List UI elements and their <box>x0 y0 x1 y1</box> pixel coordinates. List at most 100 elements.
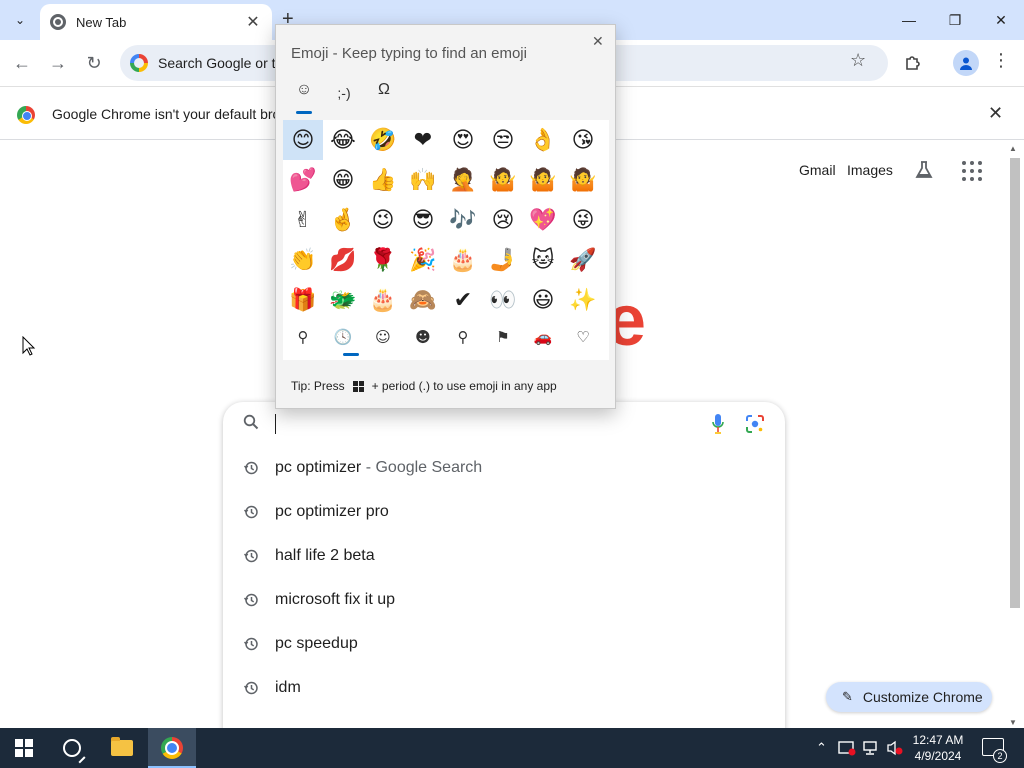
emoji-item[interactable]: 😍 <box>443 120 483 160</box>
restore-button[interactable]: ❐ <box>932 0 978 40</box>
emoji-item[interactable]: 😜 <box>563 200 603 240</box>
minimize-button[interactable]: — <box>886 0 932 40</box>
suggestion-item[interactable]: pc speedup <box>223 622 785 666</box>
emoji-item[interactable]: 🤷 <box>523 160 563 200</box>
emoji-item[interactable]: 😒 <box>483 120 523 160</box>
gmail-link[interactable]: Gmail <box>799 162 836 178</box>
emoji-item[interactable]: 😁 <box>323 160 363 200</box>
emoji-item[interactable]: 🎁 <box>283 280 323 320</box>
emoji-category-food-icon[interactable]: ⚑ <box>491 328 515 352</box>
taskbar-search-button[interactable] <box>48 728 96 768</box>
emoji-item[interactable]: ✨ <box>563 280 603 320</box>
emoji-item[interactable]: 🙈 <box>403 280 443 320</box>
images-link[interactable]: Images <box>847 162 893 178</box>
emoji-category-people-icon[interactable]: ☻ <box>411 328 435 352</box>
tab-new-tab[interactable]: New Tab ✕ <box>40 4 272 40</box>
emoji-item[interactable]: ✌ <box>283 200 323 240</box>
volume-muted-icon[interactable] <box>886 740 904 756</box>
emoji-item[interactable]: 😂 <box>323 120 363 160</box>
security-shield-icon[interactable] <box>838 740 856 756</box>
scroll-down-arrow-icon[interactable]: ▼ <box>1009 718 1017 727</box>
scroll-thumb[interactable] <box>1010 158 1020 608</box>
emoji-item[interactable]: 🐲 <box>323 280 363 320</box>
suggestion-item[interactable]: microsoft fix it up <box>223 578 785 622</box>
emoji-category-search-icon[interactable]: ⚲ <box>291 328 315 352</box>
emoji-panel-close-icon[interactable]: ✕ <box>592 33 604 50</box>
emoji-item[interactable]: 🙌 <box>403 160 443 200</box>
suggestion-item[interactable]: half life 2 beta <box>223 534 785 578</box>
tip-prefix: Tip: Press <box>291 379 345 393</box>
emoji-item[interactable]: 🤣 <box>363 120 403 160</box>
google-lens-icon[interactable] <box>745 414 765 434</box>
emoji-item[interactable]: 🌹 <box>363 240 403 280</box>
emoji-item[interactable]: 👍 <box>363 160 403 200</box>
page-scrollbar[interactable]: ▲ ▼ <box>1008 144 1022 728</box>
voice-search-mic-icon[interactable] <box>711 413 725 435</box>
text-caret <box>275 414 276 434</box>
emoji-category-travel-icon[interactable]: 🚗 <box>531 328 555 352</box>
emoji-item[interactable]: 💖 <box>523 200 563 240</box>
emoji-tab-indicator <box>296 111 312 114</box>
emoji-item[interactable]: 😎 <box>403 200 443 240</box>
emoji-item[interactable]: 😢 <box>483 200 523 240</box>
emoji-item[interactable]: ❤ <box>403 120 443 160</box>
emoji-item[interactable]: 🎉 <box>403 240 443 280</box>
network-icon[interactable] <box>862 740 880 756</box>
emoji-item[interactable]: 🤦 <box>443 160 483 200</box>
emoji-item[interactable]: 🤳 <box>483 240 523 280</box>
suggestion-tail: - Google Search <box>361 459 483 476</box>
emoji-item[interactable]: 👏 <box>283 240 323 280</box>
emoji-item[interactable]: 💕 <box>283 160 323 200</box>
extensions-puzzle-icon[interactable] <box>900 49 926 75</box>
reload-button[interactable]: ↻ <box>81 50 107 76</box>
customize-chrome-button[interactable]: ✎ Customize Chrome <box>826 682 992 712</box>
bookmark-star-icon[interactable]: ☆ <box>850 50 866 71</box>
emoji-item[interactable]: ✔ <box>443 280 483 320</box>
chrome-menu-icon[interactable]: ⋮ <box>992 50 1010 71</box>
tab-close-icon[interactable]: ✕ <box>244 12 262 32</box>
clock-date: 4/9/2024 <box>914 749 962 763</box>
infobar-close-icon[interactable]: ✕ <box>988 103 1003 124</box>
search-icon <box>63 739 81 757</box>
start-button[interactable] <box>0 728 48 768</box>
suggestion-item[interactable]: pc optimizer - Google Search <box>223 446 785 490</box>
emoji-item[interactable]: 🎂 <box>443 240 483 280</box>
emoji-item[interactable]: 🎂 <box>363 280 403 320</box>
emoji-item[interactable]: 💋 <box>323 240 363 280</box>
search-icon <box>243 414 259 430</box>
emoji-category-symbols-icon[interactable]: ♡ <box>571 328 595 352</box>
google-apps-icon[interactable] <box>962 161 982 181</box>
back-button[interactable]: ← <box>9 50 35 76</box>
emoji-category-smileys-icon[interactable]: ☺ <box>371 328 395 352</box>
file-explorer-button[interactable] <box>98 728 146 768</box>
chrome-taskbar-button[interactable] <box>148 728 196 768</box>
emoji-item[interactable]: 🤞 <box>323 200 363 240</box>
emoji-item[interactable]: 🎶 <box>443 200 483 240</box>
scroll-up-arrow-icon[interactable]: ▲ <box>1009 144 1017 153</box>
emoji-tab-symbols[interactable]: Ω <box>370 81 398 109</box>
labs-flask-icon[interactable] <box>914 160 934 185</box>
tray-overflow-chevron-icon[interactable]: ⌃ <box>816 728 827 768</box>
emoji-category-celebration-icon[interactable]: ⚲ <box>451 328 475 352</box>
profile-avatar-icon[interactable] <box>953 50 979 76</box>
emoji-item[interactable]: 😊 <box>283 120 323 160</box>
emoji-item[interactable]: 👌 <box>523 120 563 160</box>
emoji-tab-kaomoji[interactable]: ;-) <box>330 85 358 113</box>
emoji-item[interactable]: 🤷 <box>563 160 603 200</box>
emoji-category-recent-icon[interactable]: 🕓 <box>331 328 355 352</box>
emoji-item[interactable]: 😘 <box>563 120 603 160</box>
window-close-button[interactable]: ✕ <box>978 0 1024 40</box>
suggestion-item[interactable]: pc optimizer pro <box>223 490 785 534</box>
chrome-logo-icon <box>161 737 183 759</box>
suggestion-item[interactable]: idm <box>223 666 785 710</box>
emoji-item[interactable]: 😉 <box>363 200 403 240</box>
tab-search-chevron-icon[interactable]: ⌄ <box>8 8 32 32</box>
forward-button[interactable]: → <box>45 50 71 76</box>
system-clock[interactable]: 12:47 AM 4/9/2024 <box>904 732 972 764</box>
emoji-item[interactable]: 👀 <box>483 280 523 320</box>
emoji-item[interactable]: 😃 <box>523 280 563 320</box>
emoji-tab-smiley[interactable]: ☺ <box>290 81 318 109</box>
emoji-item[interactable]: 🐱 <box>523 240 563 280</box>
emoji-item[interactable]: 🚀 <box>563 240 603 280</box>
emoji-item[interactable]: 🤷 <box>483 160 523 200</box>
